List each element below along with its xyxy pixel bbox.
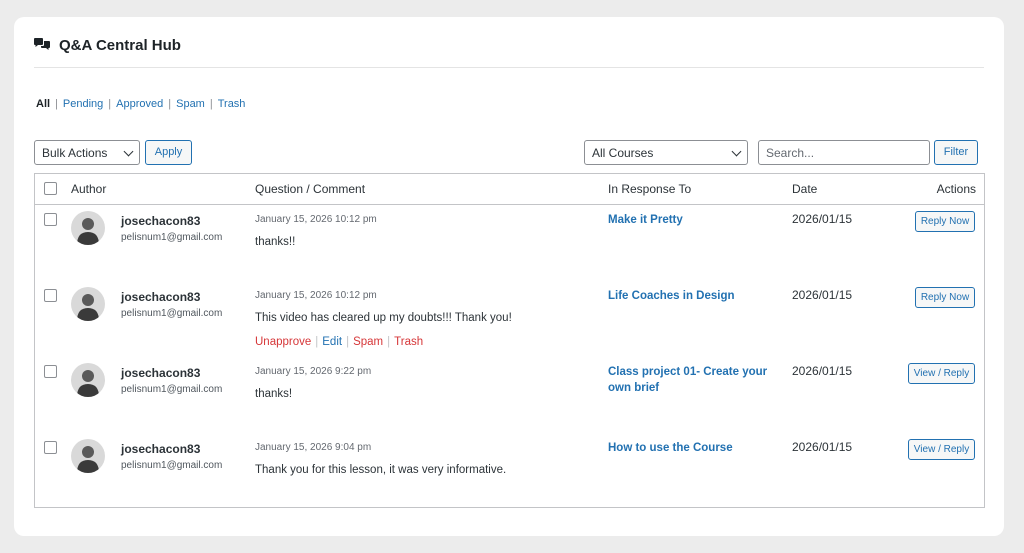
comment-text: thanks! — [255, 388, 293, 400]
filter-trash[interactable]: Trash — [218, 98, 246, 110]
filter-approved[interactable]: Approved — [116, 98, 163, 110]
toolbar: Bulk Actions Apply All Courses Search...… — [34, 140, 984, 165]
filter-pending[interactable]: Pending — [63, 98, 103, 110]
comment-timestamp: January 15, 2026 9:04 pm — [255, 442, 372, 453]
table-row: josechacon83 pelisnum1@gmail.com January… — [35, 281, 984, 357]
author-email: pelisnum1@gmail.com — [121, 460, 223, 471]
comment-date: 2026/01/15 — [792, 212, 853, 226]
col-date: Date — [792, 182, 818, 196]
col-question: Question / Comment — [255, 182, 366, 196]
trash-link[interactable]: Trash — [394, 336, 423, 348]
apply-button[interactable]: Apply — [145, 140, 192, 165]
author-name: josechacon83 — [121, 442, 201, 456]
response-link[interactable]: Life Coaches in Design — [608, 288, 768, 304]
edit-link[interactable]: Edit — [322, 336, 342, 348]
author-name: josechacon83 — [121, 214, 201, 228]
table-row: josechacon83 pelisnum1@gmail.com January… — [35, 205, 984, 281]
comment-text: This video has cleared up my doubts!!! T… — [255, 312, 512, 324]
col-response: In Response To — [608, 182, 692, 196]
courses-select[interactable]: All Courses — [584, 140, 748, 165]
response-link[interactable]: Class project 01- Create your own brief — [608, 364, 768, 396]
comment-timestamp: January 15, 2026 9:22 pm — [255, 366, 372, 377]
row-checkbox[interactable] — [44, 289, 57, 302]
card-header: Q&A Central Hub — [34, 37, 984, 68]
row-actions: Unapprove | Edit | Spam | Trash — [255, 336, 424, 348]
chevron-down-icon — [123, 146, 134, 157]
bulk-actions-label: Bulk Actions — [42, 146, 108, 160]
courses-label: All Courses — [592, 146, 654, 160]
reply-now-button[interactable]: Reply Now — [915, 287, 975, 308]
row-checkbox[interactable] — [44, 365, 57, 378]
author-name: josechacon83 — [121, 366, 201, 380]
comment-text: thanks!! — [255, 236, 296, 248]
author-email: pelisnum1@gmail.com — [121, 232, 223, 243]
avatar — [71, 439, 105, 473]
view-reply-button[interactable]: View / Reply — [908, 439, 975, 460]
comment-date: 2026/01/15 — [792, 440, 853, 454]
reply-now-button[interactable]: Reply Now — [915, 211, 975, 232]
table-header: Author Question / Comment In Response To… — [35, 174, 984, 205]
avatar — [71, 363, 105, 397]
select-all-checkbox[interactable] — [44, 182, 57, 195]
author-email: pelisnum1@gmail.com — [121, 308, 223, 319]
comments-table: Author Question / Comment In Response To… — [34, 173, 985, 508]
avatar — [71, 287, 105, 321]
avatar — [71, 211, 105, 245]
page-title: Q&A Central Hub — [59, 37, 181, 54]
filter-all[interactable]: All — [36, 98, 50, 110]
col-author: Author — [71, 182, 107, 196]
col-actions: Actions — [936, 182, 976, 196]
author-email: pelisnum1@gmail.com — [121, 384, 223, 395]
comment-date: 2026/01/15 — [792, 364, 853, 378]
view-reply-button[interactable]: View / Reply — [908, 363, 975, 384]
table-row: josechacon83 pelisnum1@gmail.com January… — [35, 357, 984, 433]
filter-button[interactable]: Filter — [934, 140, 978, 165]
row-checkbox[interactable] — [44, 213, 57, 226]
bulk-actions-select[interactable]: Bulk Actions — [34, 140, 140, 165]
author-name: josechacon83 — [121, 290, 201, 304]
comment-timestamp: January 15, 2026 10:12 pm — [255, 214, 377, 225]
chevron-down-icon — [731, 146, 742, 157]
comment-timestamp: January 15, 2026 10:12 pm — [255, 290, 377, 301]
filter-spam[interactable]: Spam — [176, 98, 205, 110]
chat-bubbles-icon — [34, 38, 50, 50]
spam-link[interactable]: Spam — [353, 336, 383, 348]
status-filters: All | Pending | Approved | Spam | Trash — [36, 98, 246, 110]
comment-text: Thank you for this lesson, it was very i… — [255, 464, 507, 476]
search-input[interactable]: Search... — [758, 140, 930, 165]
unapprove-link[interactable]: Unapprove — [255, 336, 311, 348]
response-link[interactable]: Make it Pretty — [608, 212, 768, 228]
table-row: josechacon83 pelisnum1@gmail.com January… — [35, 433, 984, 509]
response-link[interactable]: How to use the Course — [608, 440, 768, 456]
row-checkbox[interactable] — [44, 441, 57, 454]
comment-date: 2026/01/15 — [792, 288, 853, 302]
qa-card: Q&A Central Hub All | Pending | Approved | Spa… — [14, 17, 1004, 536]
